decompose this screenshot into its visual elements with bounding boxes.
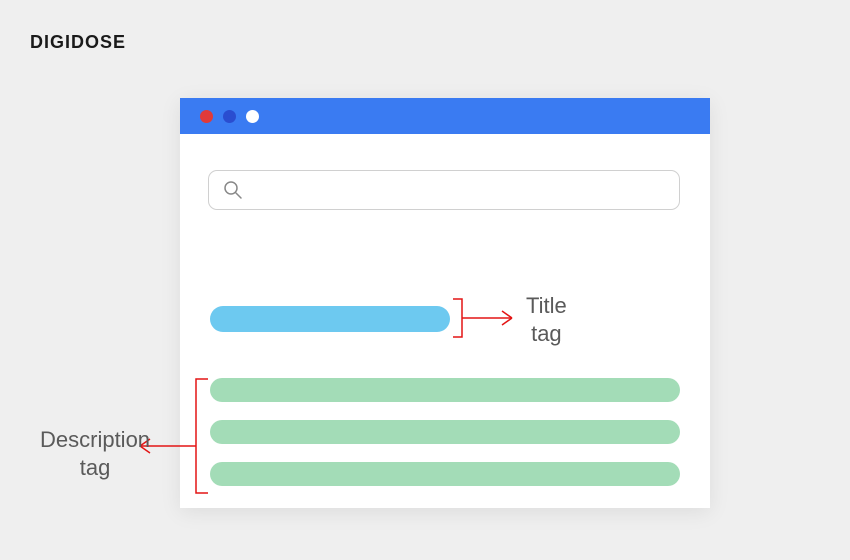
description-tag-label: Descriptiontag: [40, 426, 150, 481]
title-tag-label: Titletag: [526, 292, 567, 347]
search-icon: [223, 180, 243, 200]
search-input[interactable]: [208, 170, 680, 210]
minimize-icon[interactable]: [223, 110, 236, 123]
description-line-placeholder: [210, 462, 680, 486]
title-tag-placeholder: [210, 306, 450, 332]
browser-window: [180, 98, 710, 508]
brand-logo: DIGIDOSE: [30, 32, 126, 53]
description-line-placeholder: [210, 420, 680, 444]
title-arrow-icon: [452, 298, 532, 342]
description-line-placeholder: [210, 378, 680, 402]
close-icon[interactable]: [200, 110, 213, 123]
maximize-icon[interactable]: [246, 110, 259, 123]
window-titlebar: [180, 98, 710, 134]
